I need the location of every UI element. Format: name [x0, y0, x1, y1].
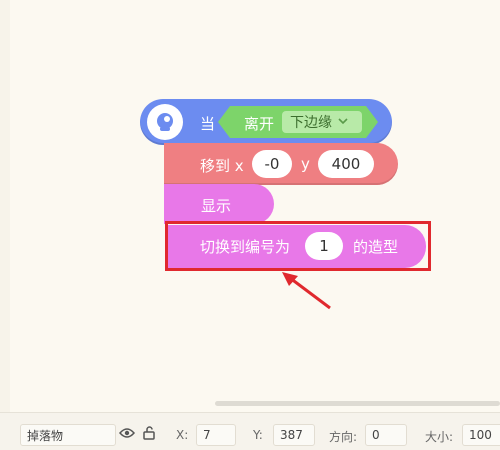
- show-block[interactable]: 显示: [164, 184, 274, 224]
- chevron-down-icon: [338, 117, 348, 128]
- workspace-left-edge: [0, 0, 10, 412]
- y-label: y: [301, 155, 310, 173]
- unlock-icon[interactable]: [142, 426, 156, 443]
- edge-dropdown[interactable]: 下边缘: [282, 111, 362, 133]
- when-label: 当: [200, 115, 216, 133]
- leave-edge-condition-slot[interactable]: 离开 下边缘: [218, 106, 378, 138]
- x-label: X:: [176, 428, 189, 442]
- x-input[interactable]: -0: [252, 150, 292, 178]
- x-position-field[interactable]: 7: [196, 424, 236, 446]
- highlight-annotation-box: [165, 221, 431, 271]
- direction-field[interactable]: 0: [365, 424, 407, 446]
- sprite-name-field[interactable]: 掉落物: [20, 424, 116, 446]
- workspace-horizontal-scrollbar[interactable]: [215, 401, 500, 406]
- go-to-x-label: 移到 x: [200, 157, 244, 175]
- go-to-xy-block[interactable]: 移到 x -0 y 400: [164, 143, 398, 185]
- sprite-avatar-icon: [147, 104, 183, 140]
- show-label: 显示: [201, 197, 232, 215]
- edge-dropdown-value: 下边缘: [290, 115, 332, 131]
- size-field[interactable]: 100: [462, 424, 500, 446]
- y-input[interactable]: 400: [318, 150, 374, 178]
- direction-label: 方向:: [329, 430, 358, 444]
- when-leave-edge-hat-block[interactable]: 当 离开 下边缘: [140, 99, 392, 145]
- red-arrow-annotation: [282, 272, 331, 310]
- size-label: 大小:: [425, 430, 454, 444]
- eye-icon[interactable]: [119, 427, 135, 442]
- leave-label: 离开: [244, 115, 275, 133]
- y-position-field[interactable]: 387: [273, 424, 315, 446]
- y-label: Y:: [253, 428, 263, 442]
- sprite-info-bar: 掉落物 X: 7 Y: 387 方向: 0 大小: 100: [0, 412, 500, 450]
